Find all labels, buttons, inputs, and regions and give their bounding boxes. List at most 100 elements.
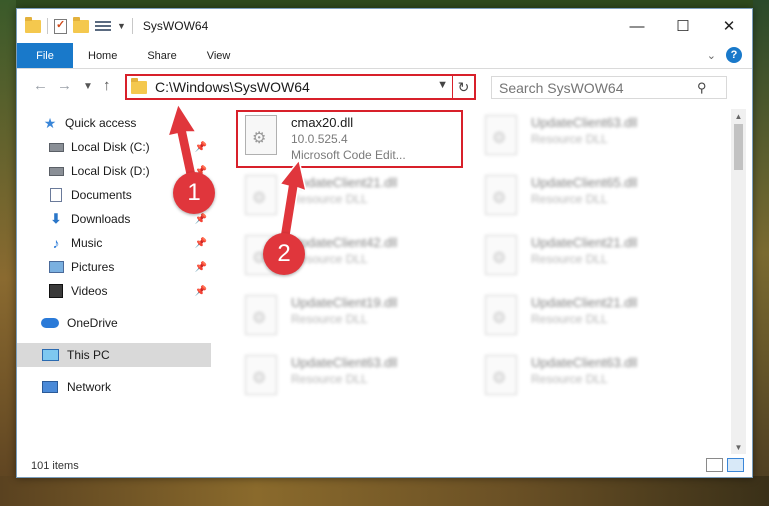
- folder-icon: [25, 16, 41, 33]
- navigation-bar: ← → ▼ ↑ C:\Windows\SysWOW64 ▼ ↻ ⚲: [17, 71, 752, 103]
- annotation-highlight-file: [236, 110, 463, 168]
- pin-icon[interactable]: 📌: [195, 238, 207, 249]
- navigation-pane: ★ Quick access Local Disk (C:) 📌 Local D…: [17, 109, 213, 454]
- documents-icon: [48, 188, 64, 202]
- sidebar-item-label: Pictures: [71, 260, 115, 274]
- step-1-badge: 1: [173, 172, 215, 214]
- file-item[interactable]: UpdateClient63.dll Resource DLL: [475, 111, 697, 171]
- network-icon: [40, 380, 60, 394]
- downloads-icon: ⬇: [50, 211, 62, 226]
- file-explorer-window: ▼ SysWOW64 — ☐ ✕ File Home Share View ⌄ …: [16, 8, 753, 478]
- address-dropdown-icon[interactable]: ▼: [437, 79, 448, 91]
- search-icon[interactable]: ⚲: [697, 80, 707, 96]
- address-path[interactable]: C:\Windows\SysWOW64: [155, 79, 310, 95]
- close-button[interactable]: ✕: [706, 9, 752, 43]
- file-name: UpdateClient63.dll: [291, 355, 398, 370]
- tab-share[interactable]: Share: [132, 43, 191, 68]
- tab-view[interactable]: View: [192, 43, 246, 68]
- details-view-icon[interactable]: [706, 458, 723, 472]
- file-name: UpdateClient42.dll: [291, 235, 398, 250]
- file-list-pane: cmax20.dll 10.0.525.4 Microsoft Code Edi…: [223, 109, 731, 454]
- window-controls: — ☐ ✕: [614, 9, 752, 43]
- new-folder-icon[interactable]: [73, 16, 89, 33]
- sidebar-item-label: Music: [71, 236, 103, 250]
- file-item[interactable]: UpdateClient63.dll Resource DLL: [235, 351, 457, 411]
- sidebar-item-music[interactable]: ♪ Music 📌: [17, 231, 211, 255]
- sidebar-item-label: Local Disk (C:): [71, 140, 150, 154]
- view-toggle: [706, 458, 744, 472]
- title-bar: ▼ SysWOW64 — ☐ ✕: [17, 9, 752, 43]
- expand-ribbon-icon[interactable]: ⌄: [707, 49, 716, 62]
- file-type: Resource DLL: [531, 132, 608, 146]
- properties-icon[interactable]: [54, 18, 67, 34]
- file-item[interactable]: UpdateClient65.dll Resource DLL: [475, 171, 697, 231]
- folder-icon: [131, 77, 147, 94]
- dll-file-icon: [245, 175, 277, 215]
- file-type: Resource DLL: [291, 312, 368, 326]
- window-title: SysWOW64: [142, 19, 209, 33]
- maximize-button[interactable]: ☐: [660, 9, 706, 43]
- sidebar-item-pictures[interactable]: Pictures 📌: [17, 255, 211, 279]
- forward-arrow-icon[interactable]: →: [57, 77, 72, 94]
- sidebar-item-quick-access[interactable]: ★ Quick access: [17, 111, 211, 135]
- file-item[interactable]: UpdateClient63.dll Resource DLL: [475, 351, 697, 411]
- file-item[interactable]: UpdateClient21.dll Resource DLL: [475, 291, 697, 351]
- sidebar-item-label: Downloads: [71, 212, 131, 226]
- file-name: UpdateClient21.dll: [291, 175, 398, 190]
- search-box[interactable]: ⚲: [491, 76, 727, 99]
- videos-icon: [48, 284, 64, 298]
- file-type: Resource DLL: [531, 312, 608, 326]
- dll-file-icon: [485, 235, 517, 275]
- sidebar-item-this-pc[interactable]: This PC: [17, 343, 211, 367]
- pin-icon[interactable]: 📌: [195, 142, 207, 153]
- pictures-icon: [48, 260, 64, 274]
- pin-icon[interactable]: 📌: [195, 286, 207, 297]
- sidebar-item-local-disk-c[interactable]: Local Disk (C:) 📌: [17, 135, 211, 159]
- tab-home[interactable]: Home: [73, 43, 132, 68]
- pin-icon[interactable]: 📌: [195, 214, 207, 225]
- sidebar-item-network[interactable]: Network: [17, 375, 211, 399]
- toolbar-separator: [47, 18, 48, 34]
- status-bar: 101 items: [17, 455, 752, 477]
- address-bar[interactable]: C:\Windows\SysWOW64 ▼ ↻: [125, 74, 476, 100]
- star-icon: ★: [43, 114, 57, 131]
- file-name: UpdateClient21.dll: [531, 295, 638, 310]
- toolbar-separator: [131, 18, 133, 34]
- file-type: Resource DLL: [291, 372, 368, 386]
- dll-file-icon: [485, 115, 517, 155]
- scrollbar-thumb[interactable]: [734, 124, 743, 170]
- refresh-icon[interactable]: ↻: [452, 76, 474, 98]
- up-arrow-icon[interactable]: ↑: [103, 77, 111, 94]
- scroll-down-icon[interactable]: ▼: [731, 440, 746, 454]
- help-icon[interactable]: ?: [726, 47, 742, 63]
- search-input[interactable]: [492, 79, 697, 96]
- sidebar-item-label: This PC: [67, 348, 110, 362]
- file-type: Resource DLL: [531, 372, 608, 386]
- file-name: UpdateClient63.dll: [531, 355, 638, 370]
- file-item[interactable]: UpdateClient21.dll Resource DLL: [235, 171, 457, 231]
- pin-icon[interactable]: 📌: [195, 262, 207, 273]
- dll-file-icon: [485, 295, 517, 335]
- vertical-scrollbar[interactable]: ▲ ▼: [731, 109, 746, 454]
- sidebar-item-label: Videos: [71, 284, 108, 298]
- recent-locations-icon[interactable]: ▼: [83, 81, 93, 92]
- back-arrow-icon[interactable]: ←: [33, 77, 48, 94]
- toolbar-dropdown-icon[interactable]: ▼: [117, 21, 126, 31]
- file-item[interactable]: UpdateClient19.dll Resource DLL: [235, 291, 457, 351]
- customize-toolbar-icon[interactable]: [95, 19, 111, 33]
- scroll-up-icon[interactable]: ▲: [731, 109, 746, 123]
- minimize-button[interactable]: —: [614, 9, 660, 43]
- music-icon: ♪: [52, 235, 60, 251]
- dll-file-icon: [485, 355, 517, 395]
- computer-icon: [40, 348, 60, 362]
- ribbon-tabs: File Home Share View ⌄ ?: [17, 43, 752, 69]
- tab-file[interactable]: File: [17, 43, 73, 68]
- onedrive-cloud-icon: [40, 316, 60, 330]
- sidebar-item-onedrive[interactable]: OneDrive: [17, 311, 211, 335]
- file-type: Resource DLL: [531, 252, 608, 266]
- file-item[interactable]: UpdateClient21.dll Resource DLL: [475, 231, 697, 291]
- desktop-wallpaper-right: [753, 0, 769, 506]
- sidebar-item-videos[interactable]: Videos 📌: [17, 279, 211, 303]
- desktop-wallpaper-left: [0, 0, 16, 506]
- large-icons-view-icon[interactable]: [727, 458, 744, 472]
